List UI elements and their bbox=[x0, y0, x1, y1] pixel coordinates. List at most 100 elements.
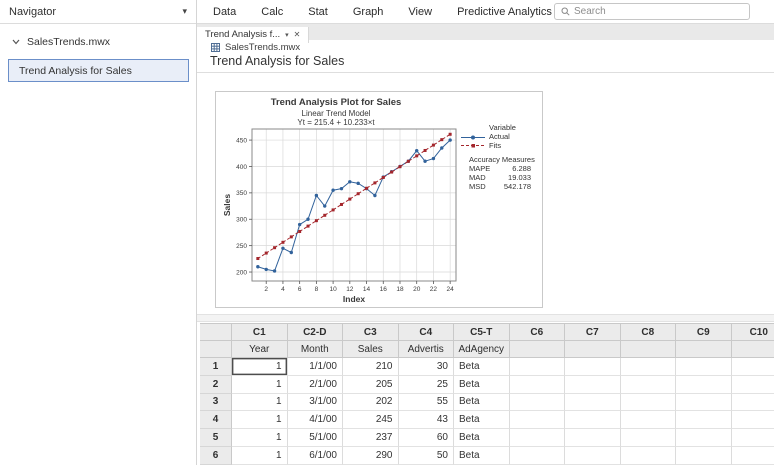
worksheet-cell[interactable]: 1/1/00 bbox=[288, 358, 344, 376]
menu-item-calc[interactable]: Calc bbox=[261, 6, 283, 18]
worksheet-cell[interactable] bbox=[621, 358, 677, 376]
worksheet-source-label[interactable]: SalesTrends.mwx bbox=[211, 42, 300, 53]
worksheet-cell[interactable]: 25 bbox=[399, 376, 455, 394]
worksheet-cell[interactable] bbox=[732, 429, 774, 447]
worksheet-cell[interactable]: 5/1/00 bbox=[288, 429, 344, 447]
worksheet-cell[interactable]: 3/1/00 bbox=[288, 394, 344, 412]
menu-item-data[interactable]: Data bbox=[213, 6, 236, 18]
worksheet-cell[interactable] bbox=[621, 411, 677, 429]
worksheet-cell[interactable]: 55 bbox=[399, 394, 455, 412]
column-header[interactable]: C7 bbox=[565, 323, 621, 341]
worksheet-cell[interactable]: 4/1/00 bbox=[288, 411, 344, 429]
worksheet-cell[interactable]: Beta bbox=[454, 376, 510, 394]
worksheet-cell[interactable] bbox=[510, 411, 566, 429]
row-number[interactable]: 4 bbox=[200, 411, 232, 429]
sidebar-item-worksheet[interactable]: SalesTrends.mwx bbox=[0, 31, 196, 53]
corner-cell[interactable] bbox=[200, 323, 232, 341]
worksheet-cell[interactable] bbox=[676, 429, 732, 447]
column-header[interactable]: C10 bbox=[732, 323, 774, 341]
worksheet-cell[interactable] bbox=[510, 447, 566, 465]
worksheet-cell[interactable] bbox=[621, 394, 677, 412]
column-header[interactable]: C2-D bbox=[288, 323, 344, 341]
worksheet-cell[interactable]: 1 bbox=[232, 358, 288, 376]
variable-name[interactable] bbox=[510, 341, 566, 358]
worksheet-cell[interactable]: 1 bbox=[232, 447, 288, 465]
sidebar-item-trend-analysis[interactable]: Trend Analysis for Sales bbox=[8, 59, 189, 82]
worksheet-cell[interactable] bbox=[732, 376, 774, 394]
variable-name[interactable] bbox=[676, 341, 732, 358]
worksheet-cell[interactable]: 30 bbox=[399, 358, 455, 376]
variable-name[interactable]: Year bbox=[232, 341, 288, 358]
worksheet-cell[interactable]: 245 bbox=[343, 411, 399, 429]
variable-name[interactable]: Sales bbox=[343, 341, 399, 358]
menu-item-graph[interactable]: Graph bbox=[353, 6, 384, 18]
worksheet-cell[interactable]: Beta bbox=[454, 394, 510, 412]
worksheet-cell[interactable] bbox=[676, 394, 732, 412]
worksheet-cell[interactable]: 2/1/00 bbox=[288, 376, 344, 394]
worksheet-cell[interactable]: Beta bbox=[454, 411, 510, 429]
search-input[interactable] bbox=[574, 6, 724, 17]
worksheet-cell[interactable] bbox=[621, 429, 677, 447]
worksheet-cell[interactable]: 237 bbox=[343, 429, 399, 447]
worksheet-cell[interactable] bbox=[621, 376, 677, 394]
worksheet-cell[interactable]: 1 bbox=[232, 394, 288, 412]
column-header[interactable]: C9 bbox=[676, 323, 732, 341]
worksheet-cell[interactable] bbox=[621, 447, 677, 465]
worksheet-cell[interactable] bbox=[510, 429, 566, 447]
row-number[interactable]: 6 bbox=[200, 447, 232, 465]
worksheet-cell[interactable] bbox=[676, 358, 732, 376]
worksheet-cell[interactable]: Beta bbox=[454, 358, 510, 376]
worksheet-cell[interactable] bbox=[565, 429, 621, 447]
variable-name[interactable] bbox=[732, 341, 774, 358]
row-number[interactable]: 2 bbox=[200, 376, 232, 394]
variable-name[interactable]: Advertis bbox=[399, 341, 455, 358]
worksheet-cell[interactable] bbox=[676, 447, 732, 465]
pane-splitter[interactable] bbox=[197, 314, 774, 322]
chevron-down-icon[interactable]: ▾ bbox=[285, 31, 289, 39]
worksheet-cell[interactable]: 50 bbox=[399, 447, 455, 465]
column-header[interactable]: C8 bbox=[621, 323, 677, 341]
row-number[interactable]: 5 bbox=[200, 429, 232, 447]
worksheet-cell[interactable]: 202 bbox=[343, 394, 399, 412]
menu-item-view[interactable]: View bbox=[408, 6, 432, 18]
column-header[interactable]: C6 bbox=[510, 323, 566, 341]
column-header[interactable]: C3 bbox=[343, 323, 399, 341]
worksheet-cell[interactable]: 43 bbox=[399, 411, 455, 429]
worksheet-cell[interactable] bbox=[565, 447, 621, 465]
column-header[interactable]: C5-T bbox=[454, 323, 510, 341]
worksheet-cell[interactable] bbox=[732, 394, 774, 412]
tab-trend-analysis[interactable]: Trend Analysis f... ▾ ✕ bbox=[197, 27, 309, 43]
worksheet-cell[interactable]: 210 bbox=[343, 358, 399, 376]
worksheet-cell[interactable]: Beta bbox=[454, 429, 510, 447]
worksheet-cell[interactable]: 1 bbox=[232, 429, 288, 447]
worksheet-cell[interactable] bbox=[732, 358, 774, 376]
column-header[interactable]: C1 bbox=[232, 323, 288, 341]
worksheet-cell[interactable]: 205 bbox=[343, 376, 399, 394]
menu-item-stat[interactable]: Stat bbox=[308, 6, 328, 18]
worksheet-cell[interactable]: 1 bbox=[232, 411, 288, 429]
worksheet-cell[interactable]: Beta bbox=[454, 447, 510, 465]
row-number[interactable]: 1 bbox=[200, 358, 232, 376]
variable-name[interactable] bbox=[621, 341, 677, 358]
worksheet-cell[interactable] bbox=[732, 447, 774, 465]
worksheet-cell[interactable] bbox=[565, 411, 621, 429]
worksheet-cell[interactable] bbox=[676, 411, 732, 429]
variable-name[interactable]: AdAgency bbox=[454, 341, 510, 358]
worksheet-cell[interactable]: 60 bbox=[399, 429, 455, 447]
row-number[interactable]: 3 bbox=[200, 394, 232, 412]
worksheet-cell[interactable]: 1 bbox=[232, 376, 288, 394]
navigator-dropdown-icon[interactable]: ▾ bbox=[182, 6, 187, 17]
variable-name[interactable]: Month bbox=[288, 341, 344, 358]
worksheet-cell[interactable] bbox=[510, 394, 566, 412]
search-box[interactable] bbox=[554, 3, 750, 20]
worksheet-cell[interactable] bbox=[565, 394, 621, 412]
worksheet-cell[interactable]: 6/1/00 bbox=[288, 447, 344, 465]
worksheet-cell[interactable] bbox=[676, 376, 732, 394]
worksheet-cell[interactable] bbox=[510, 376, 566, 394]
variable-name[interactable] bbox=[565, 341, 621, 358]
worksheet-cell[interactable] bbox=[732, 411, 774, 429]
worksheet-cell[interactable] bbox=[565, 376, 621, 394]
worksheet-cell[interactable]: 290 bbox=[343, 447, 399, 465]
column-header[interactable]: C4 bbox=[399, 323, 455, 341]
worksheet-cell[interactable] bbox=[565, 358, 621, 376]
